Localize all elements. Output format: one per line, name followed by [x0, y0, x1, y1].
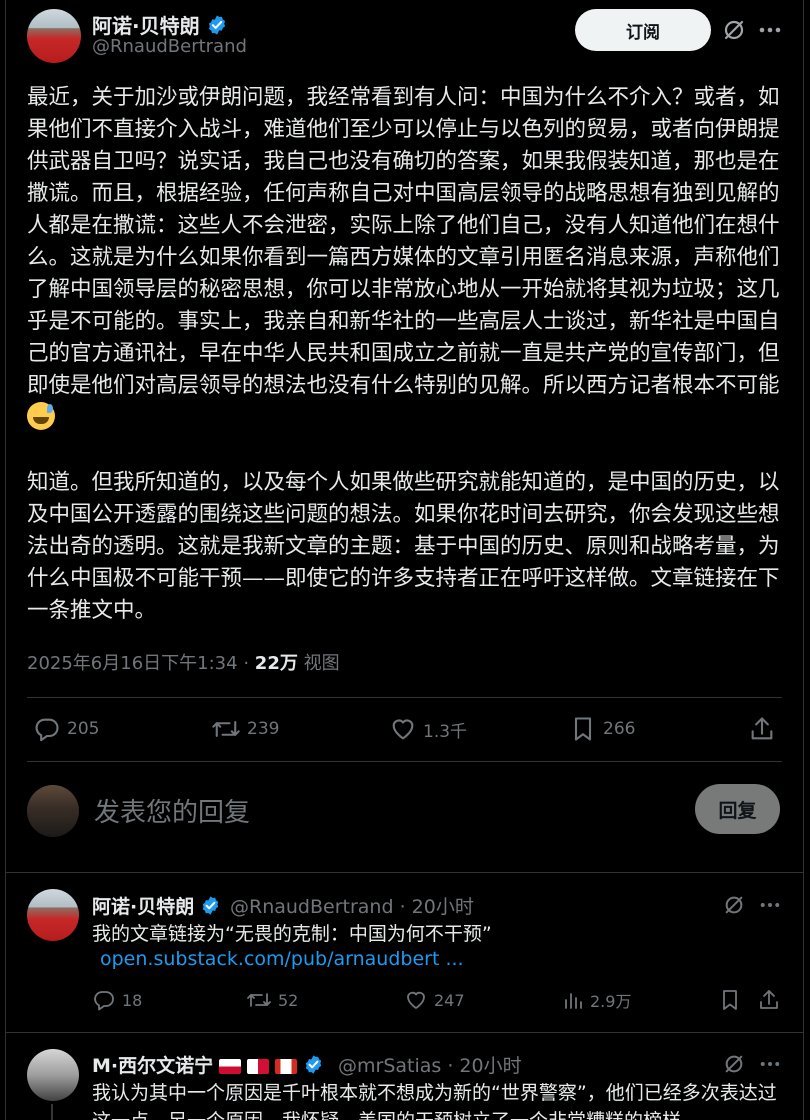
reply-count: 18	[122, 990, 143, 1010]
heart-icon	[407, 991, 425, 1009]
reply-handle[interactable]: @mrSatias	[338, 1055, 441, 1077]
grok-icon[interactable]	[720, 16, 748, 44]
share-action[interactable]	[748, 715, 782, 743]
reply-avatar[interactable]	[27, 889, 79, 941]
share-action[interactable]	[757, 988, 787, 1012]
views-action[interactable]: 2.9万	[562, 988, 631, 1012]
post-meta: 2025年6月16日下午1:34 · 22万 视图	[27, 649, 340, 675]
repost-icon	[247, 993, 271, 1007]
more-options-icon[interactable]	[756, 1050, 784, 1078]
heart-icon	[392, 719, 414, 740]
subscribe-button[interactable]: 订阅	[575, 9, 711, 51]
more-options-icon[interactable]	[756, 16, 784, 44]
reply-meta: @mrSatias · 20小时	[338, 1051, 522, 1078]
divider	[5, 1032, 804, 1033]
meta-separator: ·	[243, 653, 250, 674]
repost-action[interactable]: 239	[211, 715, 279, 743]
reply-author-name[interactable]: 阿诺·贝特朗	[92, 896, 194, 918]
reply-text: 我的文章链接为“无畏的克制：中国为何不干预”	[92, 923, 492, 945]
like-action[interactable]: 247	[404, 988, 465, 1012]
views-count: 2.9万	[590, 992, 632, 1011]
author-handle[interactable]: @RnaudBertrand	[92, 36, 247, 57]
divider	[5, 872, 804, 873]
author-name-row[interactable]: 阿诺·贝特朗	[92, 10, 228, 39]
post-detail-page: 阿诺·贝特朗 @RnaudBertrand 订阅 最近，关于加沙或伊朗问题，我经…	[0, 0, 810, 1120]
reply-meta: @RnaudBertrand · 20小时	[230, 892, 474, 919]
author-name[interactable]: 阿诺·贝特朗	[92, 14, 200, 38]
like-count: 247	[434, 990, 465, 1010]
bookmark-icon	[723, 990, 737, 1010]
verified-badge-icon	[305, 1055, 322, 1074]
divider	[27, 761, 782, 762]
views-count: 22万	[254, 653, 298, 674]
bookmark-action[interactable]	[718, 988, 748, 1012]
column-border-right	[803, 0, 804, 1120]
reply-button[interactable]: 回复	[695, 784, 780, 834]
reply-input[interactable]: 发表您的回复	[94, 792, 250, 829]
repost-count: 239	[247, 719, 280, 739]
repost-action[interactable]: 52	[246, 988, 298, 1012]
views-label: 视图	[303, 653, 340, 674]
reply-icon	[94, 991, 114, 1011]
post-paragraph: 最近，关于加沙或伊朗问题，我经常看到有人问：中国为什么不介入？或者，如果他们不直…	[27, 82, 787, 435]
column-border-left	[5, 0, 6, 1120]
verified-badge-icon	[203, 896, 219, 915]
bookmark-action[interactable]: 266	[569, 715, 635, 743]
post-paragraph: 知道。但我所知道的，以及每个人如果做些研究就能知道的，是中国的历史，以及中国公开…	[27, 470, 780, 623]
reply-time[interactable]: · 20小时	[447, 1055, 521, 1077]
more-options-icon[interactable]	[756, 891, 784, 919]
reply-handle[interactable]: @RnaudBertrand	[230, 896, 394, 918]
bookmark-count: 266	[603, 719, 636, 739]
reply-author-row[interactable]: M·西尔文诺宁	[92, 1051, 324, 1078]
reply-action[interactable]: 18	[92, 988, 142, 1012]
greenland-flag-icon	[219, 1059, 242, 1074]
verified-badge-icon	[208, 15, 225, 35]
panama-flag-icon	[247, 1059, 270, 1074]
reply-count: 205	[67, 719, 100, 739]
canada-flag-icon	[275, 1059, 298, 1074]
thread-line	[51, 1104, 53, 1120]
reply-action[interactable]: 205	[33, 715, 99, 743]
grok-icon[interactable]	[720, 1050, 748, 1078]
reply-author-name[interactable]: M·西尔文诺宁	[92, 1055, 213, 1077]
bookmark-icon	[574, 717, 592, 741]
author-avatar[interactable]	[27, 9, 81, 63]
current-user-avatar	[27, 785, 79, 837]
post-timestamp[interactable]: 2025年6月16日下午1:34	[27, 653, 238, 674]
post-body: 最近，关于加沙或伊朗问题，我经常看到有人问：中国为什么不介入？或者，如果他们不直…	[27, 82, 787, 627]
reply-avatar[interactable]	[27, 1049, 79, 1101]
repost-icon	[212, 721, 240, 737]
divider	[27, 697, 782, 698]
repost-count: 52	[278, 990, 299, 1010]
grinning-sweat-emoji-icon	[27, 402, 55, 430]
like-action[interactable]: 1.3千	[389, 715, 467, 743]
article-link[interactable]: open.substack.com/pub/arnaudbert ...	[100, 948, 464, 970]
reply-author-row[interactable]: 阿诺·贝特朗	[92, 892, 221, 919]
analytics-icon	[565, 993, 582, 1009]
like-count: 1.3千	[423, 721, 468, 742]
reply-text: 我认为其中一个原因是千叶根本就不想成为新的“世界警察”，他们已经多次表达过这一点…	[92, 1082, 777, 1120]
grok-icon[interactable]	[720, 891, 748, 919]
reply-icon	[35, 718, 59, 742]
share-icon	[760, 990, 778, 1009]
share-icon	[751, 717, 773, 740]
reply-time[interactable]: · 20小时	[400, 896, 474, 918]
